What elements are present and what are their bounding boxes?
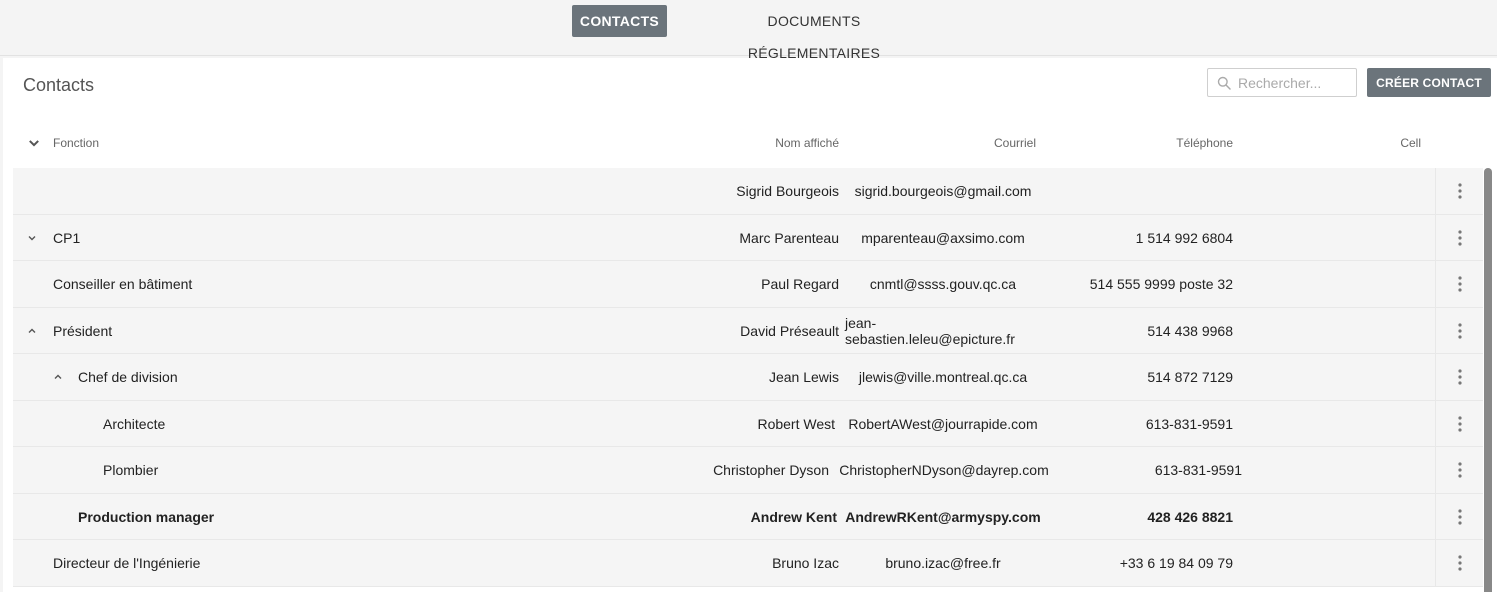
row-toggle[interactable] (53, 354, 65, 400)
column-header-cell[interactable]: Cell (1400, 122, 1421, 164)
page-title: Contacts (23, 75, 95, 95)
column-header-nom[interactable]: Nom affiché (775, 122, 839, 164)
cell-courriel: bruno.izac@free.fr (885, 555, 1001, 571)
cell-telephone: 1 514 992 6804 (1135, 229, 1233, 246)
cell-nom: Sigrid Bourgeois (736, 183, 839, 199)
table-row[interactable]: Sigrid Bourgeois sigrid.bourgeois@gmail.… (13, 168, 1483, 215)
cell-fonction: CP1 (53, 229, 81, 246)
chevron-up-icon (54, 374, 62, 379)
search-input[interactable] (1236, 69, 1354, 96)
cell-fonction: Architecte (103, 415, 166, 432)
column-header-courriel[interactable]: Courriel (994, 122, 1036, 164)
cell-nom: Jean Lewis (768, 369, 839, 385)
cell-fonction: Plombier (103, 462, 159, 478)
search-box[interactable] (1207, 68, 1357, 97)
row-menu-button[interactable] (1435, 261, 1483, 307)
more-vert-icon (1457, 415, 1462, 432)
table-row[interactable]: Président David Préseault jean-sebastien… (13, 307, 1483, 354)
row-menu-button[interactable] (1435, 447, 1483, 493)
table-row[interactable]: Directeur de l'Ingénierie Bruno Izac bru… (13, 540, 1483, 587)
cell-nom: Andrew Kent (750, 508, 837, 525)
cell-nom: Robert West (757, 415, 835, 432)
cell-telephone: +33 6 19 84 09 79 (1119, 555, 1233, 571)
row-menu-button[interactable] (1435, 540, 1483, 586)
cell-telephone: 613-831-9591 (1154, 462, 1242, 478)
cell-telephone: 428 426 8821 (1147, 508, 1233, 525)
chevron-down-icon (28, 235, 36, 240)
cell-nom: Marc Parenteau (739, 229, 839, 246)
row-menu-button[interactable] (1435, 214, 1483, 261)
cell-telephone: 514 555 9999 poste 32 (1089, 276, 1233, 292)
row-menu-button[interactable] (1435, 493, 1483, 540)
more-vert-icon (1457, 369, 1462, 385)
cell-fonction: Production manager (78, 508, 215, 525)
cell-courriel: jean-sebastien.leleu@epicture.fr (845, 314, 1015, 347)
table-row[interactable]: Architecte Robert West RobertAWest@jourr… (13, 400, 1483, 447)
column-header-fonction[interactable]: Fonction (53, 122, 99, 164)
contacts-panel: Contacts CRÉER CONTACT Fonction Nom affi… (3, 58, 1497, 592)
cell-courriel: mparenteau@axsimo.com (861, 229, 1025, 246)
cell-fonction: Président (53, 322, 113, 339)
cell-nom: David Préseault (740, 322, 839, 339)
create-contact-button[interactable]: CRÉER CONTACT (1367, 68, 1491, 97)
more-vert-icon (1457, 183, 1462, 199)
table-body: Sigrid Bourgeois sigrid.bourgeois@gmail.… (13, 168, 1483, 587)
more-vert-icon (1457, 276, 1462, 292)
more-vert-icon (1457, 555, 1462, 571)
vertical-scrollbar[interactable] (1484, 168, 1492, 592)
row-toggle[interactable] (27, 308, 39, 354)
cell-fonction: Chef de division (78, 369, 178, 385)
cell-courriel: AndrewRKent@armyspy.com (845, 508, 1041, 525)
more-vert-icon (1457, 508, 1462, 525)
more-vert-icon (1457, 229, 1462, 246)
tab-contacts[interactable]: CONTACTS (572, 5, 667, 37)
cell-courriel: sigrid.bourgeois@gmail.com (854, 183, 1032, 199)
chevron-up-icon (28, 328, 36, 333)
cell-telephone: 613-831-9591 (1145, 415, 1233, 432)
cell-telephone: 514 872 7129 (1147, 369, 1233, 385)
row-menu-button[interactable] (1435, 400, 1483, 447)
cell-courriel: cnmtl@ssss.gouv.qc.ca (869, 276, 1017, 292)
more-vert-icon (1457, 322, 1462, 339)
cell-fonction: Directeur de l'Ingénierie (53, 555, 201, 571)
tab-documents-reglementaires[interactable]: DOCUMENTS RÉGLEMENTAIRES (700, 5, 928, 61)
column-header-telephone[interactable]: Téléphone (1176, 122, 1233, 164)
cell-nom: Paul Regard (761, 276, 839, 292)
chevron-down-icon[interactable] (27, 136, 41, 150)
cell-telephone: 514 438 9968 (1147, 322, 1233, 339)
cell-nom: Bruno Izac (772, 555, 839, 571)
cell-courriel: ChristopherNDyson@dayrep.com (839, 462, 1049, 478)
row-menu-button[interactable] (1435, 307, 1483, 354)
search-icon (1217, 76, 1231, 90)
table-row[interactable]: Chef de division Jean Lewis jlewis@ville… (13, 354, 1483, 401)
cell-courriel: RobertAWest@jourrapide.com (848, 415, 1038, 432)
table-row[interactable]: Conseiller en bâtiment Paul Regard cnmtl… (13, 261, 1483, 308)
table-row[interactable]: Production manager Andrew Kent AndrewRKe… (13, 493, 1483, 540)
row-menu-button[interactable] (1435, 168, 1483, 214)
row-toggle[interactable] (27, 215, 39, 261)
table-row[interactable]: CP1 Marc Parenteau mparenteau@axsimo.com… (13, 214, 1483, 261)
cell-nom: Christopher Dyson (713, 462, 829, 478)
cell-fonction: Conseiller en bâtiment (53, 276, 193, 292)
more-vert-icon (1457, 462, 1462, 478)
table-row[interactable]: Plombier Christopher Dyson ChristopherND… (13, 447, 1483, 494)
row-menu-button[interactable] (1435, 354, 1483, 400)
cell-courriel: jlewis@ville.montreal.qc.ca (858, 369, 1028, 385)
top-nav: CONTACTS DOCUMENTS RÉGLEMENTAIRES (0, 0, 1497, 61)
table-header: Fonction Nom affiché Courriel Téléphone … (13, 122, 1483, 168)
